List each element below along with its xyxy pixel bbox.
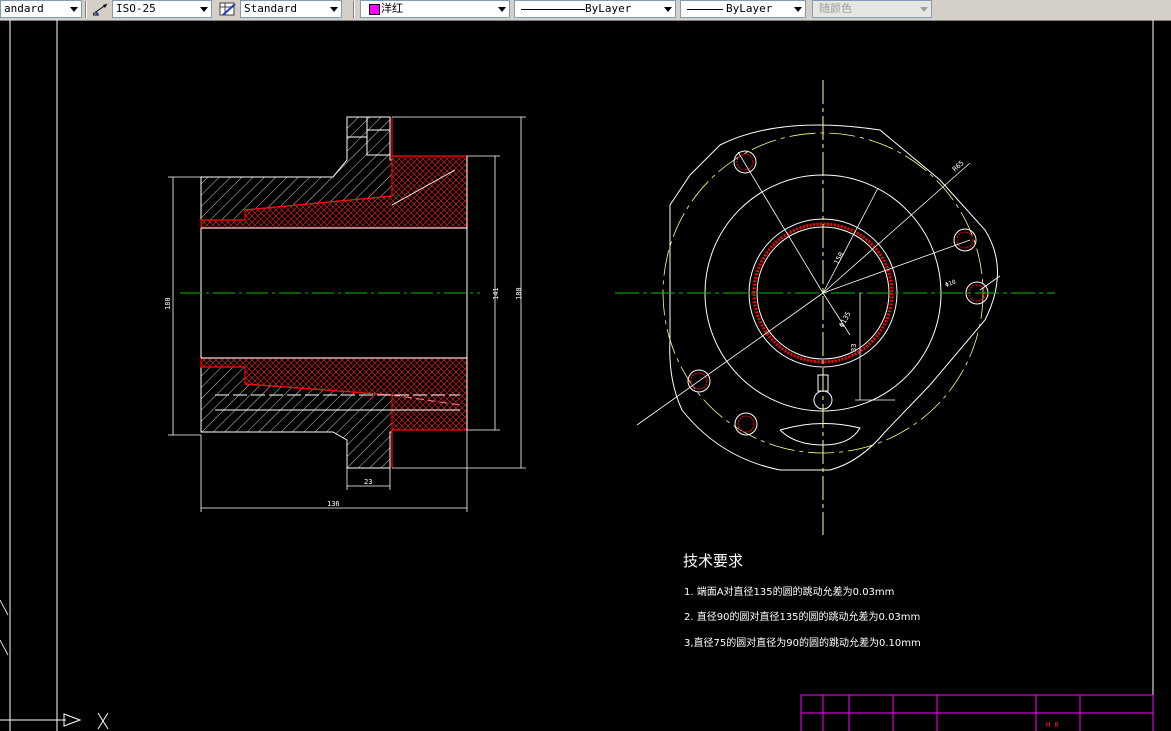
table-style-value: Standard — [244, 2, 297, 15]
color-swatch — [369, 4, 380, 15]
plot-style-value: 随颜色 — [819, 2, 852, 15]
dim-radius: R65 — [951, 159, 966, 173]
chevron-down-icon[interactable] — [495, 1, 509, 17]
toolbar-separator — [353, 1, 355, 18]
chevron-down-icon[interactable] — [917, 1, 931, 17]
dim-flange-width: 23 — [364, 478, 372, 486]
text-style-dropdown[interactable]: andard — [0, 0, 82, 18]
dim-style-icon[interactable] — [91, 1, 109, 17]
dim-10: Φ10 — [944, 278, 957, 288]
chevron-down-icon[interactable] — [327, 1, 341, 17]
lineweight-dropdown[interactable]: ByLayer — [680, 0, 806, 18]
tech-item-3: 3,直径75的圆对直径为90的圆的跳动允差为0.10mm — [684, 638, 921, 649]
text-style-value: andard — [4, 2, 44, 15]
dim-left-height: 180 — [164, 297, 172, 310]
drawing-canvas[interactable]: 180 141 180 23 136 R65 150 Φ135 33 Φ10 H… — [0, 20, 1171, 731]
color-value: 洋红 — [381, 2, 403, 15]
dim-style-value: ISO-25 — [116, 2, 156, 15]
ucs-icon — [0, 599, 109, 730]
dim-33: 33 — [850, 344, 858, 352]
dim-style-dropdown[interactable]: ISO-25 — [112, 0, 212, 18]
dim-135: Φ135 — [838, 310, 853, 329]
chevron-down-icon[interactable] — [197, 1, 211, 17]
title-block-cell: H 8 — [1046, 721, 1059, 729]
lineweight-value: ByLayer — [726, 2, 773, 15]
section-view: 180 141 180 23 136 — [164, 116, 526, 512]
chevron-down-icon[interactable] — [791, 1, 805, 17]
plot-style-dropdown[interactable]: 随颜色 — [812, 0, 932, 18]
tech-heading: 技术要求 — [683, 552, 744, 570]
dim-outer-height: 180 — [515, 287, 523, 300]
chevron-down-icon[interactable] — [67, 1, 81, 17]
toolbar-separator — [85, 1, 87, 18]
tech-item-1: 1. 端面A对直径135的圆的跳动允差为0.03mm — [684, 587, 895, 598]
dim-total-length: 136 — [327, 500, 340, 508]
front-view: R65 150 Φ135 33 Φ10 — [615, 80, 1055, 535]
lineweight-sample — [687, 9, 723, 10]
title-block — [800, 694, 1154, 731]
dim-inner-height: 141 — [492, 287, 500, 300]
color-dropdown[interactable]: 洋红 — [360, 0, 510, 18]
chevron-down-icon[interactable] — [661, 1, 675, 17]
linetype-value: ByLayer — [585, 2, 632, 15]
linetype-dropdown[interactable]: ByLayer — [514, 0, 676, 18]
table-style-icon[interactable] — [219, 1, 237, 17]
table-style-dropdown[interactable]: Standard — [240, 0, 342, 18]
tech-item-2: 2. 直径90的圆对直径135的圆的跳动允差为0.03mm — [684, 612, 921, 623]
properties-toolbar: andard ISO-25 Standard 洋红 ByLayer ByLaye… — [0, 0, 1171, 21]
linetype-sample — [521, 9, 585, 10]
